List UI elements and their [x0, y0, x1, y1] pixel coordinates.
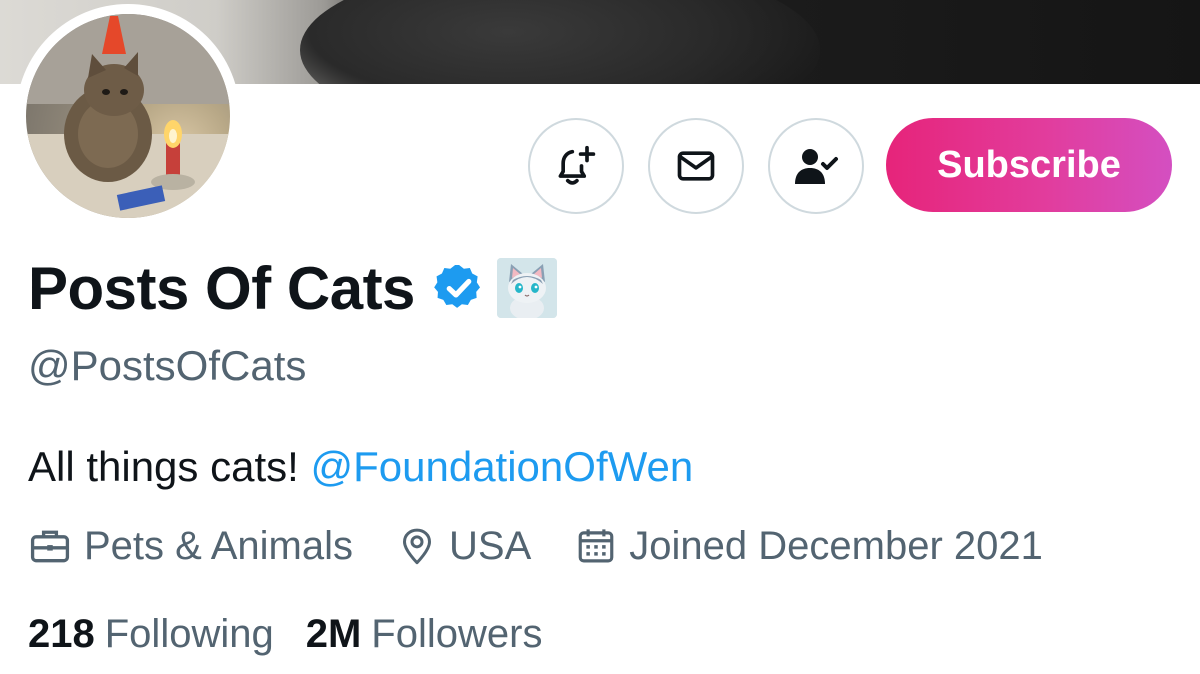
followers-count: 2M	[305, 611, 362, 656]
location-label: USA	[449, 523, 532, 568]
profile-location: USA	[397, 524, 531, 569]
avatar[interactable]	[26, 14, 230, 218]
briefcase-icon	[30, 530, 70, 563]
bio-text: All things cats!	[28, 443, 311, 490]
category-label: Pets & Animals	[84, 523, 354, 568]
profile-category: Pets & Animals	[28, 524, 353, 569]
message-button[interactable]	[648, 118, 744, 214]
following-label: Following	[104, 611, 274, 656]
profile-meta-row: Pets & Animals USA Joined December 2021	[28, 520, 1043, 572]
bio-mention-link[interactable]: @FoundationOfWen	[310, 443, 693, 490]
profile-joined-date: Joined December 2021	[575, 524, 1043, 569]
avatar-cat-illustration	[26, 14, 230, 218]
person-check-icon	[795, 149, 838, 184]
calendar-icon	[578, 529, 614, 563]
following-button[interactable]	[768, 118, 864, 214]
profile-stats: 218 Following 2M Followers	[28, 608, 542, 660]
profile-handle: @PostsOfCats	[28, 342, 307, 389]
verified-badge-icon[interactable]	[433, 262, 485, 314]
envelope-icon	[677, 151, 715, 181]
banner-shadow-shape	[300, 0, 820, 84]
following-count: 218	[28, 611, 95, 656]
location-pin-icon	[403, 528, 432, 565]
following-link[interactable]: 218 Following	[28, 612, 274, 657]
bell-plus-icon	[558, 145, 596, 185]
joined-label: Joined December 2021	[629, 523, 1043, 568]
followers-label: Followers	[371, 611, 543, 656]
display-name: Posts Of Cats	[28, 254, 415, 322]
cat-affiliate-badge-icon[interactable]	[496, 258, 557, 318]
notifications-button[interactable]	[528, 118, 624, 214]
subscribe-button[interactable]: Subscribe	[886, 118, 1172, 212]
followers-link[interactable]: 2M Followers	[306, 612, 543, 657]
profile-bio: All things cats! @FoundationOfWen	[28, 443, 693, 491]
profile-name-row: Posts Of Cats	[28, 250, 557, 326]
